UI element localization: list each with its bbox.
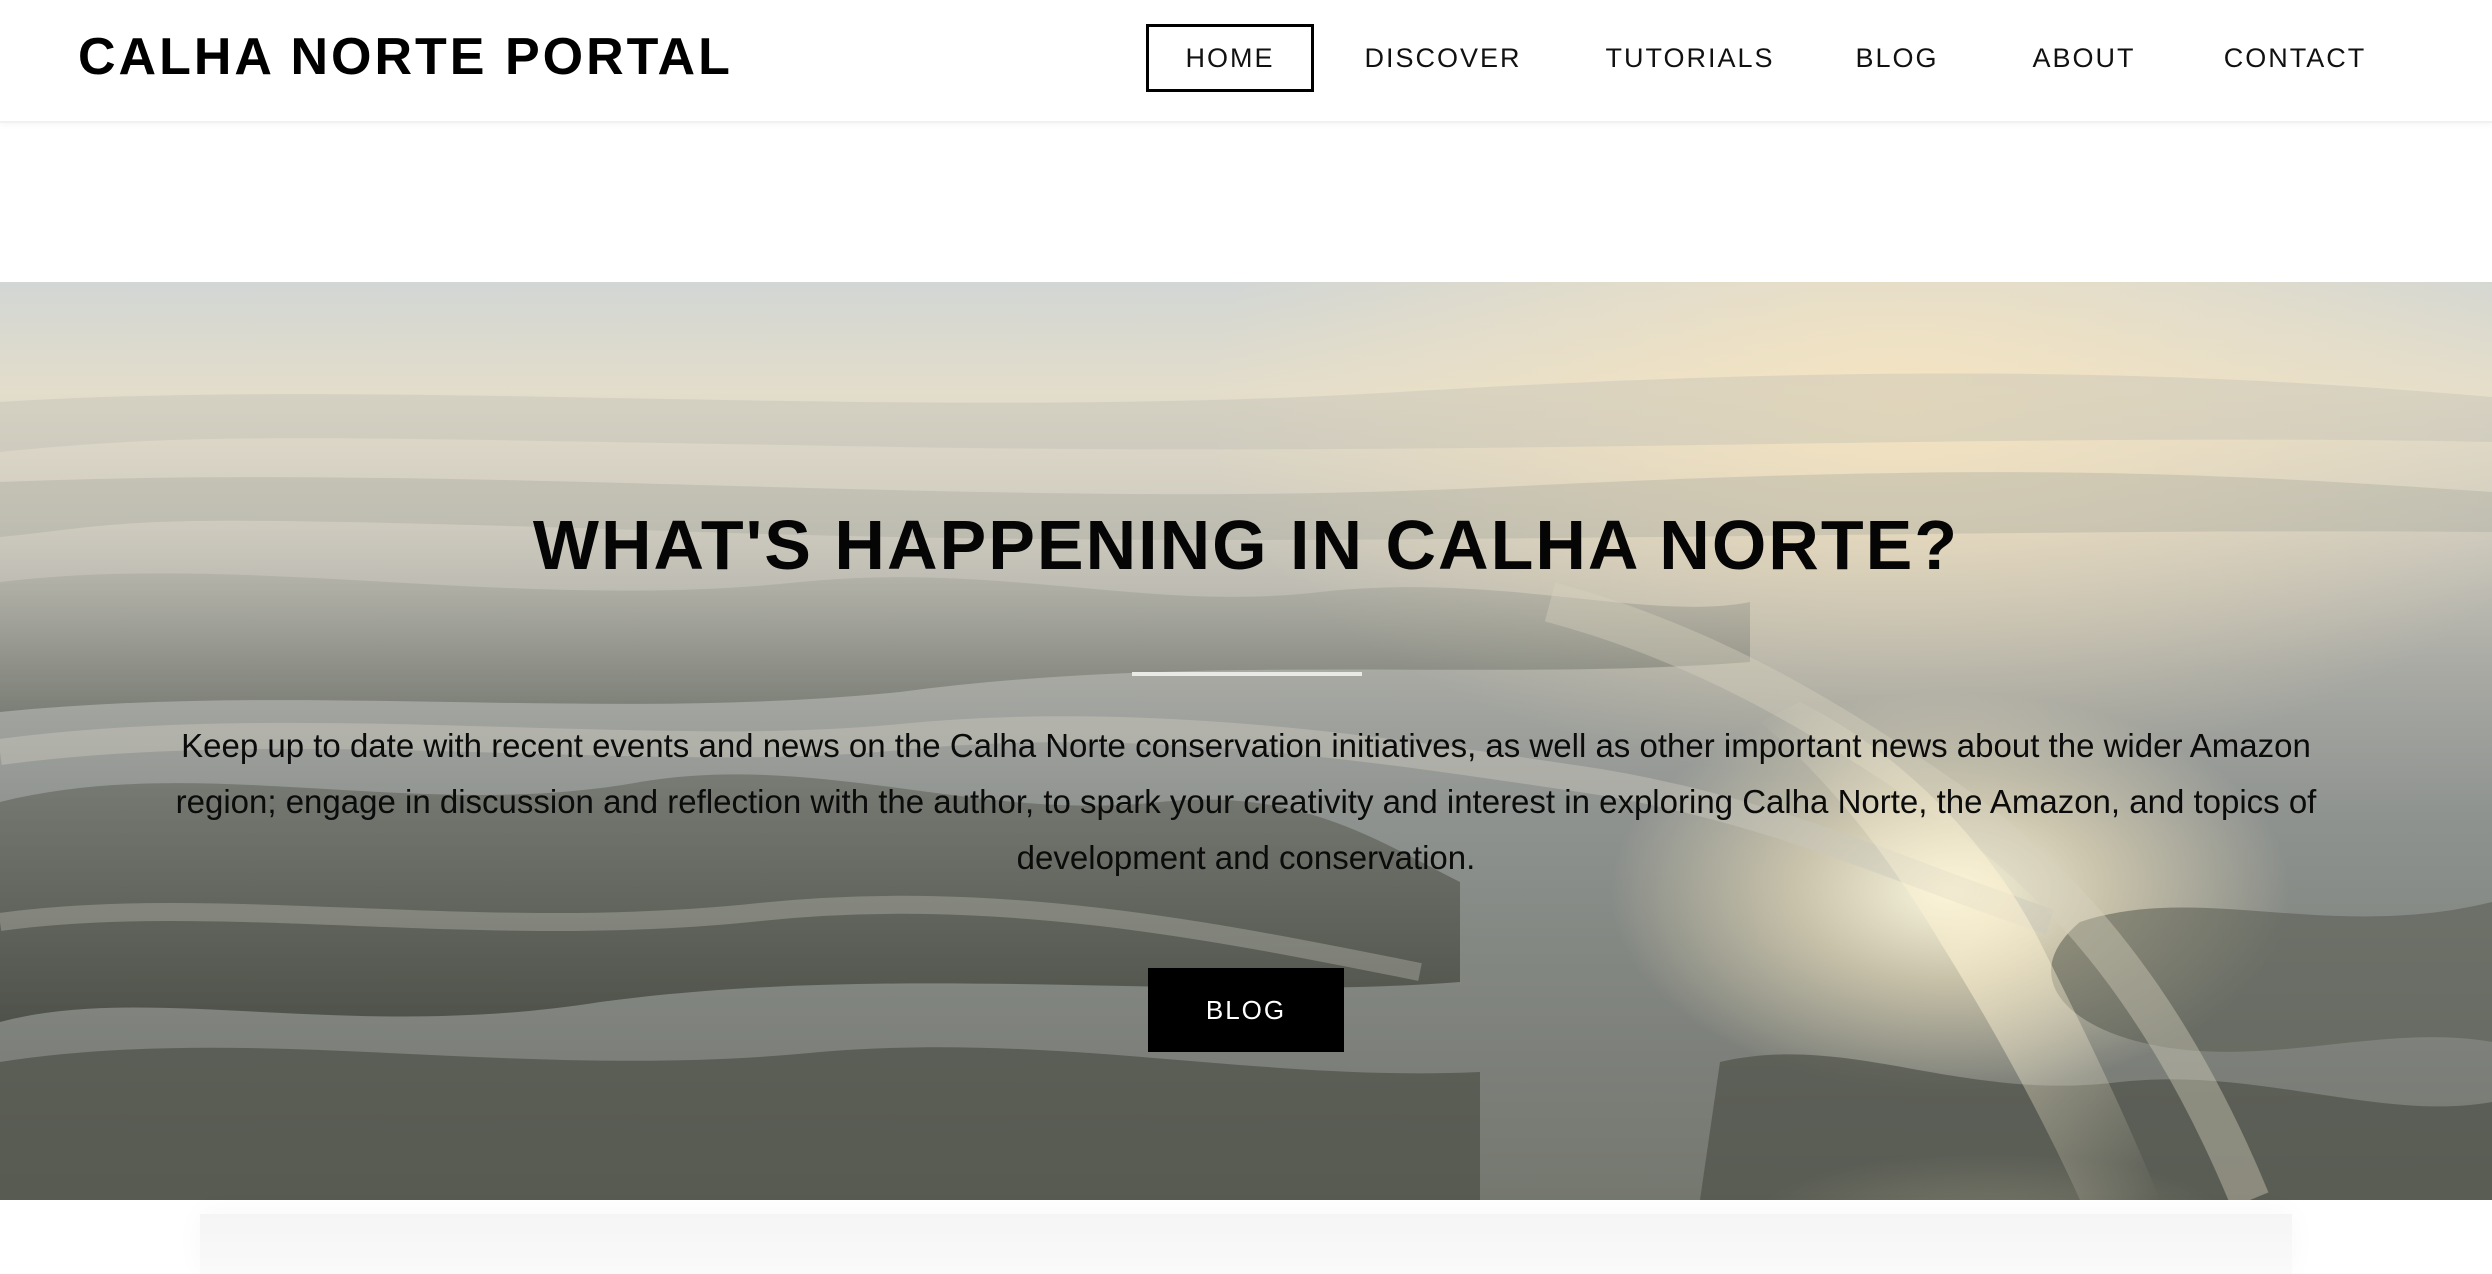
- nav-item-discover[interactable]: DISCOVER: [1314, 24, 1572, 92]
- nav-item-about[interactable]: ABOUT: [1986, 24, 2182, 92]
- hero-content: WHAT'S HAPPENING IN CALHA NORTE? Keep up…: [0, 282, 2492, 1200]
- nav-item-home[interactable]: HOME: [1146, 24, 1314, 92]
- nav-item-tutorials[interactable]: TUTORIALS: [1572, 24, 1808, 92]
- hero-divider: [1132, 672, 1362, 676]
- hero-title: WHAT'S HAPPENING IN CALHA NORTE?: [532, 506, 1960, 584]
- site-header: CALHA NORTE PORTAL HOME DISCOVER TUTORIA…: [0, 0, 2492, 123]
- hero-description: Keep up to date with recent events and n…: [175, 727, 2317, 876]
- main-nav: HOME DISCOVER TUTORIALS BLOG ABOUT CONTA…: [1146, 24, 2408, 92]
- next-section: [0, 1200, 2492, 1274]
- nav-item-contact[interactable]: CONTACT: [2182, 24, 2408, 92]
- blog-button[interactable]: BLOG: [1148, 968, 1344, 1052]
- nav-item-blog[interactable]: BLOG: [1808, 24, 1986, 92]
- site-title[interactable]: CALHA NORTE PORTAL: [78, 24, 733, 90]
- hero-section: WHAT'S HAPPENING IN CALHA NORTE? Keep up…: [0, 282, 2492, 1200]
- content-card: [200, 1214, 2292, 1274]
